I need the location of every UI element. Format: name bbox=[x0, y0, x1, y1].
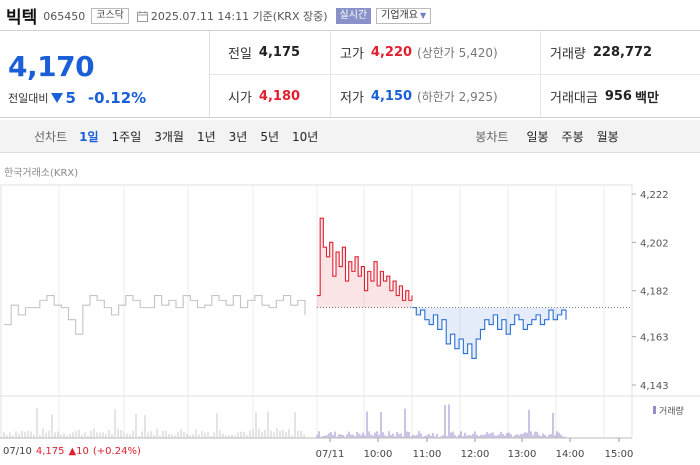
volume-legend-label: 거래량 bbox=[659, 405, 684, 417]
trade-value-unit: 백만 bbox=[634, 91, 659, 106]
volume-value: 228,772 bbox=[592, 45, 653, 60]
intraday-price-chart[interactable]: 4,222 4,202 4,182 4,163 4,143 거래량 07/11 10:00… bbox=[0, 177, 700, 465]
area-fills bbox=[317, 218, 566, 359]
lower-limit: (하한가 2,925) bbox=[417, 90, 498, 104]
period-selector: 선차트 1일 1주일 3개월 1년 3년 5년 10년 봉차트 일봉 주봉 월봉 bbox=[0, 120, 700, 153]
high-value: 4,220 bbox=[370, 45, 413, 60]
change-amount: 5 bbox=[65, 89, 76, 107]
x-axis: 07/11 10:00 11:00 12:00 13:00 14:00 15:00 bbox=[316, 438, 634, 460]
high-label: 고가 bbox=[340, 47, 364, 62]
x-tick-label: 12:00 bbox=[461, 449, 490, 460]
high-cell: 고가 4,220 (상한가 5,420) bbox=[340, 31, 498, 74]
y-tick-label: 4,163 bbox=[640, 333, 669, 344]
x-tick-label: 10:00 bbox=[364, 449, 393, 460]
y-tick-label: 4,143 bbox=[640, 381, 669, 392]
current-price-box: 4,170 전일대비 5 -0.12% bbox=[0, 31, 210, 117]
price-panel: 4,170 전일대비 5 -0.12% 전일 4,175 고가 4,220 (상… bbox=[0, 30, 700, 118]
period-1y[interactable]: 1년 bbox=[197, 128, 216, 145]
trade-value-label: 거래대금 bbox=[550, 91, 598, 106]
candle-chart-title: 봉차트 bbox=[475, 129, 509, 144]
low-label: 저가 bbox=[340, 91, 364, 106]
period-3y[interactable]: 3년 bbox=[229, 128, 248, 145]
volume-label: 거래량 bbox=[550, 47, 586, 62]
timestamp: 2025.07.11 14:11 기준(KRX 장중) bbox=[150, 10, 328, 23]
change-percent: -0.12% bbox=[87, 89, 147, 107]
realtime-button[interactable]: 실시간 bbox=[335, 8, 372, 24]
y-axis: 4,222 4,202 4,182 4,163 4,143 bbox=[632, 190, 669, 392]
prev-close-cell: 전일 4,175 bbox=[228, 31, 300, 74]
x-tick-label: 11:00 bbox=[413, 449, 442, 460]
low-cell: 저가 4,150 (하한가 2,925) bbox=[340, 75, 498, 118]
period-5y[interactable]: 5년 bbox=[260, 128, 279, 145]
stock-header: 빅텍 065450 코스닥 2025.07.11 14:11 기준(KRX 장중… bbox=[0, 0, 700, 30]
period-1d[interactable]: 1일 bbox=[79, 128, 98, 145]
x-tick-label: 15:00 bbox=[605, 449, 634, 460]
period-1w[interactable]: 1주일 bbox=[112, 128, 142, 145]
stock-code: 065450 bbox=[43, 10, 86, 23]
chevron-down-icon: ▼ bbox=[419, 11, 427, 20]
open-cell: 시가 4,180 bbox=[228, 75, 300, 118]
stock-name: 빅텍 bbox=[6, 7, 38, 28]
price-series bbox=[4, 217, 567, 359]
prev-day-close: 4,175 bbox=[35, 446, 65, 457]
trade-value: 956 bbox=[604, 89, 632, 104]
prev-day-change-pct: (+0.24%) bbox=[92, 446, 141, 457]
calendar-icon bbox=[136, 10, 148, 22]
market-badge: 코스닥 bbox=[91, 8, 129, 24]
trade-value-cell: 거래대금 956 백만 bbox=[550, 75, 659, 118]
prev-close-label: 전일 bbox=[228, 47, 252, 62]
x-tick-label: 14:00 bbox=[556, 449, 585, 460]
up-triangle-icon: ▲ bbox=[68, 446, 77, 457]
prev-day-change: 10 bbox=[76, 446, 89, 457]
upper-limit: (상한가 5,420) bbox=[417, 46, 498, 60]
period-3m[interactable]: 3개월 bbox=[154, 128, 184, 145]
x-tick-label: 07/11 bbox=[316, 449, 345, 460]
volume-legend-swatch bbox=[653, 406, 656, 414]
low-value: 4,150 bbox=[370, 89, 413, 104]
current-price: 4,170 bbox=[8, 50, 95, 83]
change-label: 전일대비 bbox=[8, 92, 49, 105]
prev-close-value: 4,175 bbox=[258, 45, 301, 60]
volume-bars bbox=[3, 404, 566, 438]
candle-monthly[interactable]: 월봉 bbox=[597, 128, 619, 145]
volume-cell: 거래량 228,772 bbox=[550, 31, 652, 74]
period-10y[interactable]: 10년 bbox=[292, 128, 318, 145]
y-tick-label: 4,222 bbox=[640, 190, 669, 201]
company-info-dropdown[interactable]: 기업개요 ▼ bbox=[376, 8, 432, 24]
y-tick-label: 4,182 bbox=[640, 287, 669, 298]
prev-day-date: 07/10 bbox=[3, 446, 32, 457]
candle-daily[interactable]: 일봉 bbox=[526, 128, 548, 145]
price-change: 전일대비 5 -0.12% bbox=[8, 89, 146, 107]
price-line bbox=[4, 294, 306, 335]
open-label: 시가 bbox=[228, 91, 252, 106]
open-value: 4,180 bbox=[258, 89, 301, 104]
x-tick-label: 13:00 bbox=[508, 449, 537, 460]
y-tick-label: 4,202 bbox=[640, 238, 669, 249]
line-chart-title: 선차트 bbox=[34, 129, 68, 144]
down-triangle-icon bbox=[51, 93, 64, 103]
company-info-label: 기업개요 bbox=[381, 10, 418, 21]
prev-day-summary: 07/10 4,175 ▲ 10 (+0.24%) bbox=[3, 446, 141, 457]
candle-weekly[interactable]: 주봉 bbox=[562, 128, 584, 145]
